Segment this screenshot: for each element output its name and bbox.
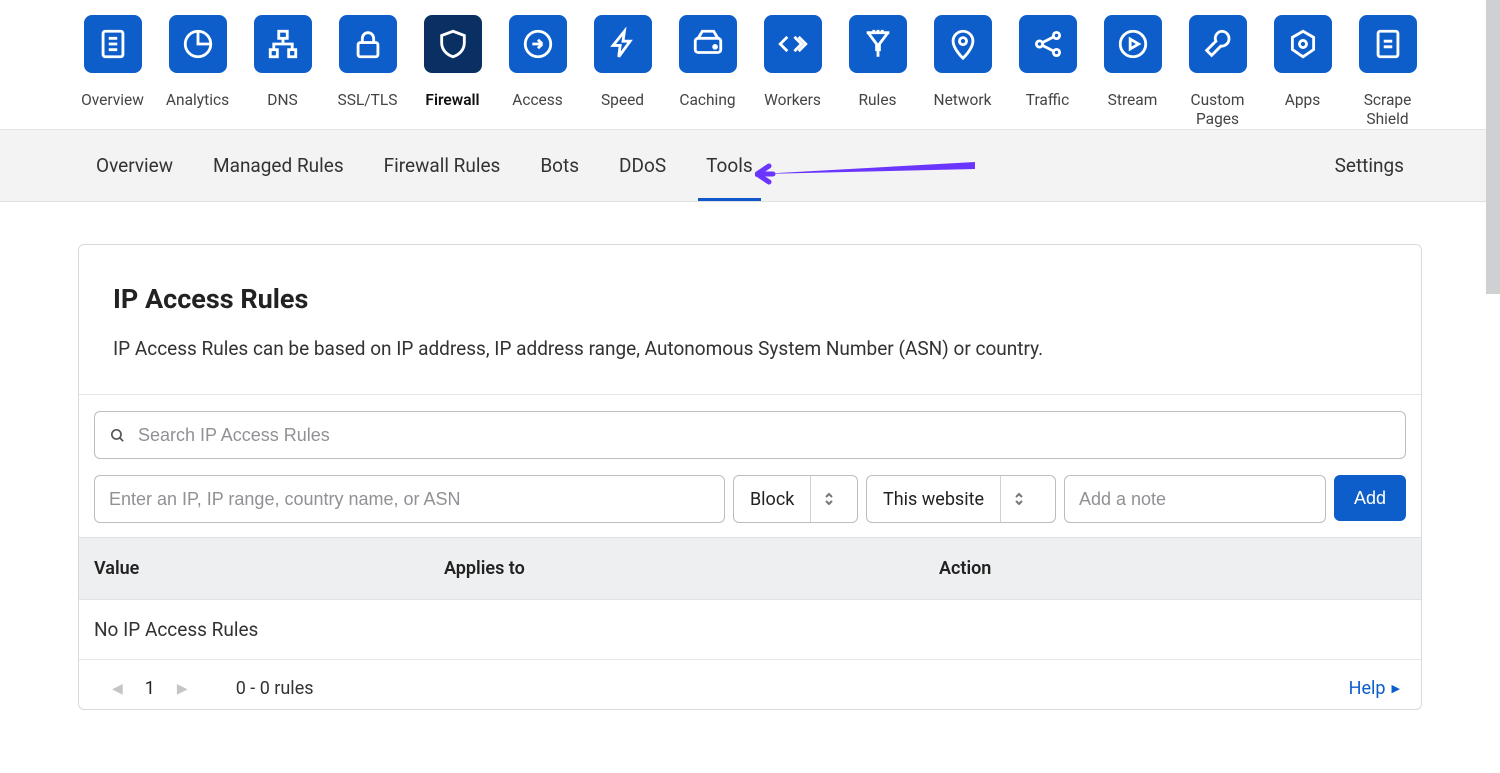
pager-next[interactable]: ▶ [177, 681, 188, 697]
subtab-tools[interactable]: Tools [706, 130, 753, 201]
nav-firewall[interactable]: Firewall [424, 15, 482, 129]
scope-select[interactable]: This website [866, 475, 1056, 523]
card-title: IP Access Rules [113, 283, 1387, 315]
firewall-subnav: Overview Managed Rules Firewall Rules Bo… [0, 130, 1500, 202]
document-icon [1371, 27, 1405, 61]
subtab-settings[interactable]: Settings [1335, 154, 1404, 177]
subtab-managed-rules[interactable]: Managed Rules [213, 130, 344, 201]
scrollbar[interactable] [1486, 0, 1500, 294]
chevron-sort-icon [1000, 476, 1036, 522]
funnel-icon [861, 27, 895, 61]
rules-count: 0 - 0 rules [236, 678, 314, 699]
subtab-ddos[interactable]: DDoS [619, 130, 666, 201]
table-footer: ◀ 1 ▶ 0 - 0 rules Help ▶ [94, 660, 1406, 709]
card-description: IP Access Rules can be based on IP addre… [113, 337, 1387, 360]
nav-overview[interactable]: Overview [84, 15, 142, 129]
bolt-icon [606, 27, 640, 61]
ip-access-rules-card: IP Access Rules IP Access Rules can be b… [78, 244, 1422, 710]
nav-apps[interactable]: Apps [1274, 15, 1332, 129]
nav-scrape-shield[interactable]: Scrape Shield [1359, 15, 1417, 129]
col-action: Action [924, 538, 1421, 599]
table-empty-message: No IP Access Rules [79, 600, 1421, 660]
subtab-bots[interactable]: Bots [540, 130, 579, 201]
nav-stream[interactable]: Stream [1104, 15, 1162, 129]
subtab-firewall-rules[interactable]: Firewall Rules [384, 130, 501, 201]
add-button[interactable]: Add [1334, 475, 1406, 521]
search-icon [109, 427, 126, 444]
share-icon [1031, 27, 1065, 61]
caret-right-icon: ▶ [1392, 682, 1400, 695]
sitemap-icon [266, 27, 300, 61]
wrench-icon [1201, 27, 1235, 61]
nav-speed[interactable]: Speed [594, 15, 652, 129]
shield-icon [436, 27, 470, 61]
nav-access[interactable]: Access [509, 15, 567, 129]
chevron-sort-icon [810, 476, 846, 522]
play-circle-icon [1116, 27, 1150, 61]
nav-analytics[interactable]: Analytics [169, 15, 227, 129]
note-input[interactable] [1064, 475, 1326, 523]
nav-traffic[interactable]: Traffic [1019, 15, 1077, 129]
nav-rules[interactable]: Rules [849, 15, 907, 129]
ip-input[interactable] [94, 475, 725, 523]
pager-page: 1 [145, 678, 155, 699]
primary-nav: Overview Analytics DNS SSL/TLS Firewall … [0, 0, 1500, 130]
table-header: Value Applies to Action [79, 537, 1421, 600]
login-icon [521, 27, 555, 61]
code-icon [776, 27, 810, 61]
hexagon-icon [1286, 27, 1320, 61]
subtab-overview[interactable]: Overview [96, 130, 173, 201]
action-select[interactable]: Block [733, 475, 858, 523]
drive-icon [691, 27, 725, 61]
search-container[interactable] [94, 411, 1406, 459]
pin-icon [946, 27, 980, 61]
search-input[interactable] [126, 425, 1391, 446]
annotation-arrow [755, 162, 975, 186]
help-link[interactable]: Help ▶ [1349, 678, 1406, 699]
lock-icon [351, 27, 385, 61]
nav-network[interactable]: Network [934, 15, 992, 129]
nav-ssl[interactable]: SSL/TLS [339, 15, 397, 129]
nav-workers[interactable]: Workers [764, 15, 822, 129]
col-value: Value [79, 538, 429, 599]
nav-dns[interactable]: DNS [254, 15, 312, 129]
clipboard-icon [96, 27, 130, 61]
pie-icon [181, 27, 215, 61]
nav-custom-pages[interactable]: Custom Pages [1189, 15, 1247, 129]
pager-prev[interactable]: ◀ [112, 681, 123, 697]
nav-caching[interactable]: Caching [679, 15, 737, 129]
col-applies: Applies to [429, 538, 924, 599]
